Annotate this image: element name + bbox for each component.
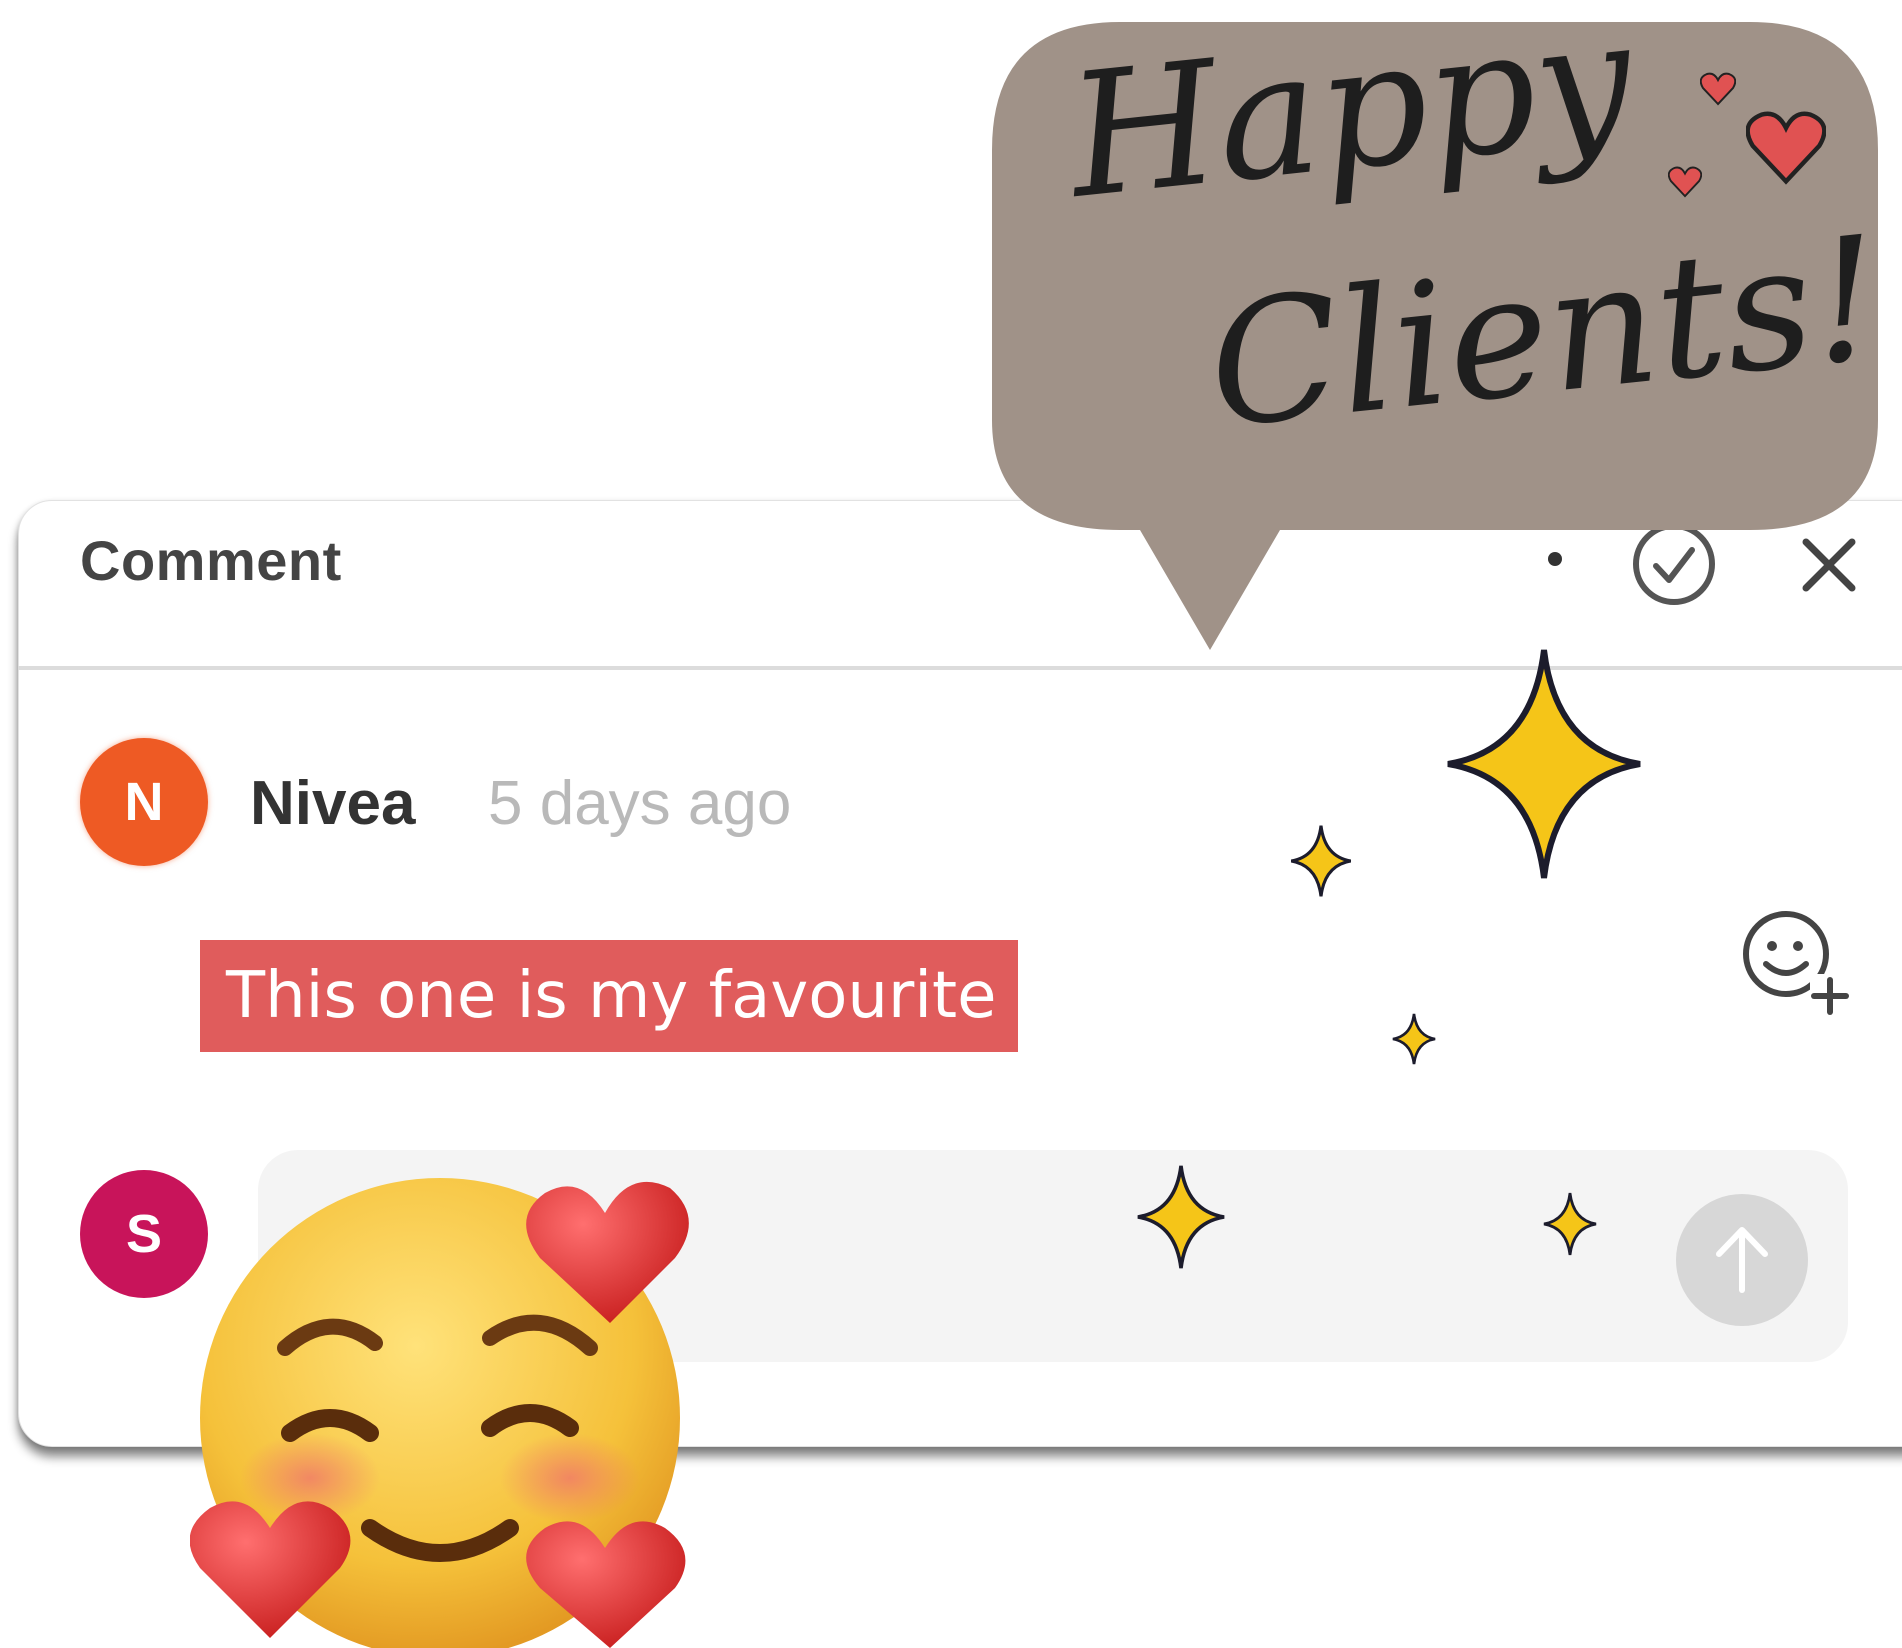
sparkle-icon (1137, 1165, 1225, 1269)
send-button[interactable] (1676, 1194, 1808, 1326)
sparkle-icon (1543, 1192, 1597, 1256)
smiling-face-with-hearts-emoji (190, 1178, 689, 1648)
heart-icon (1668, 166, 1702, 198)
panel-title: Comment (80, 529, 342, 592)
send-arrow-icon (1716, 1227, 1768, 1293)
sparkle-icon (1447, 649, 1641, 879)
sparkle-icon (1290, 825, 1352, 897)
add-reaction-icon[interactable] (1736, 904, 1850, 1016)
current-user-avatar: S (80, 1170, 208, 1298)
heart-icon (1746, 111, 1826, 185)
comment-timestamp: 5 days ago (488, 769, 792, 838)
comment-author: Nivea (250, 769, 416, 838)
heart-icon (1700, 72, 1736, 106)
sparkle-icon (1392, 1013, 1436, 1065)
comment-text: This one is my favourite (200, 940, 1018, 1052)
avatar: N (80, 738, 208, 866)
comment-text-label: This one is my favourite (226, 959, 997, 1033)
